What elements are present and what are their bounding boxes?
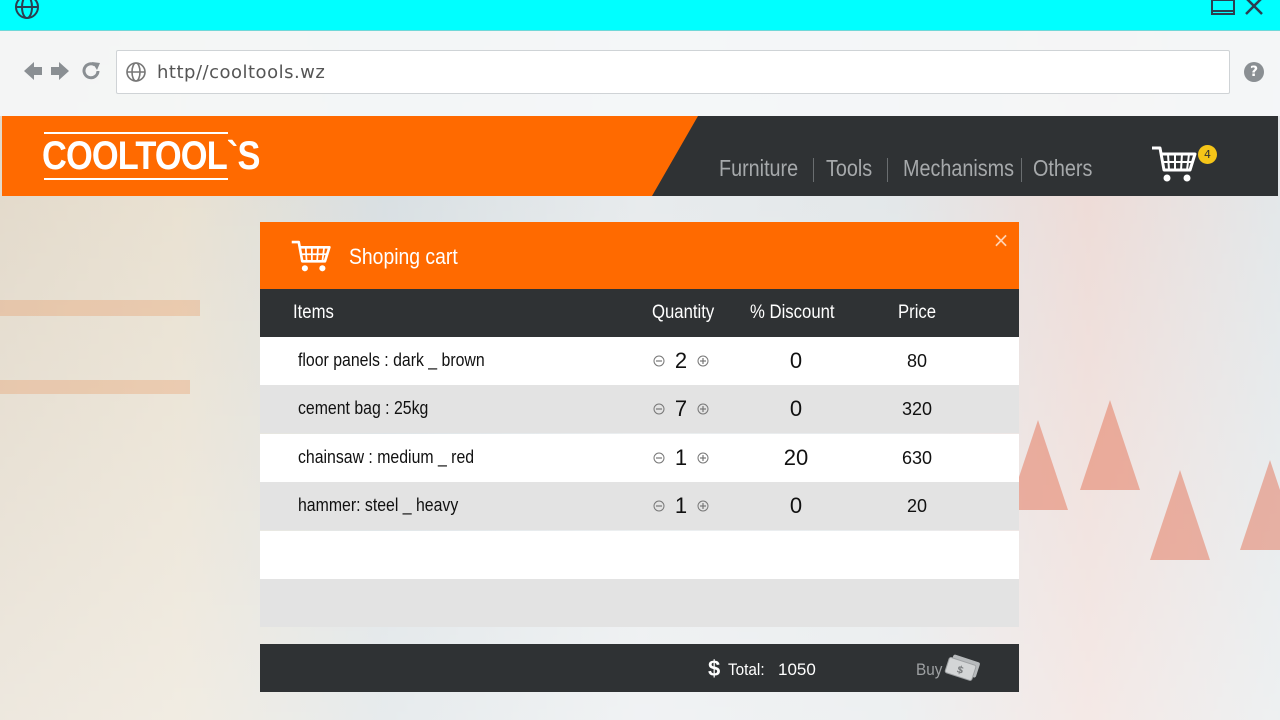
nav-separator bbox=[1021, 158, 1022, 182]
item-discount: 20 bbox=[783, 445, 809, 470]
item-name: cement bag : 25kg bbox=[298, 398, 429, 418]
nav-item-furniture[interactable]: Furniture bbox=[719, 155, 811, 187]
nav-item-others[interactable]: Others bbox=[1033, 155, 1102, 187]
dollar-icon: $ bbox=[708, 656, 721, 681]
item-price: 320 bbox=[901, 399, 933, 419]
empty-row bbox=[260, 531, 1019, 579]
cash-icon[interactable]: $ bbox=[944, 652, 984, 684]
globe-icon bbox=[15, 0, 39, 19]
minimize-window-icon[interactable] bbox=[1210, 0, 1236, 18]
plus-icon[interactable] bbox=[697, 452, 709, 464]
buy-button[interactable]: Buy bbox=[916, 660, 942, 680]
table-row: cement bag : 25kg 7 0 320 bbox=[260, 385, 1019, 433]
item-price: 80 bbox=[906, 351, 928, 371]
cart-modal-header: Shoping cart × bbox=[260, 222, 1019, 289]
nav-separator bbox=[887, 158, 888, 182]
item-name: hammer: steel _ heavy bbox=[298, 495, 459, 515]
forward-arrow-icon[interactable] bbox=[49, 60, 71, 82]
column-header-quantity: Quantity bbox=[652, 302, 715, 323]
close-window-icon[interactable] bbox=[1242, 0, 1268, 18]
background-cone bbox=[1150, 470, 1210, 560]
cart-count-badge: 4 bbox=[1198, 145, 1217, 164]
plus-icon[interactable] bbox=[697, 500, 709, 512]
item-discount: 0 bbox=[789, 348, 803, 373]
cart-icon bbox=[291, 240, 331, 272]
item-quantity: 1 bbox=[674, 445, 688, 470]
plus-icon[interactable] bbox=[697, 403, 709, 415]
help-icon[interactable]: ? bbox=[1244, 62, 1264, 82]
minus-icon[interactable] bbox=[653, 500, 665, 512]
table-row: floor panels : dark _ brown 2 0 80 bbox=[260, 337, 1019, 385]
nav-separator bbox=[813, 158, 814, 182]
window-titlebar bbox=[0, 0, 1280, 31]
nav-item-mechanisms[interactable]: Mechanisms bbox=[903, 155, 1032, 187]
background-shelf bbox=[0, 380, 190, 394]
item-name: chainsaw : medium _ red bbox=[298, 447, 475, 467]
nav-item-label: Mechanisms bbox=[903, 155, 1015, 181]
cart-icon[interactable] bbox=[1150, 144, 1198, 184]
reload-icon[interactable] bbox=[80, 60, 102, 82]
cart-table-header: Items Quantity % Discount Price bbox=[260, 289, 1019, 337]
nav-item-label: Tools bbox=[826, 155, 873, 181]
url-bar[interactable]: http//cooltools.wz bbox=[116, 50, 1230, 94]
item-name: floor panels : dark _ brown bbox=[298, 350, 485, 370]
item-price: 20 bbox=[906, 496, 928, 516]
table-row: chainsaw : medium _ red 1 20 630 bbox=[260, 434, 1019, 482]
total-value: 1050 bbox=[778, 660, 816, 679]
minus-icon[interactable] bbox=[653, 403, 665, 415]
plus-icon[interactable] bbox=[697, 355, 709, 367]
cart-footer: $ Total: 1050 Buy $ bbox=[260, 644, 1019, 692]
column-header-items: Items bbox=[293, 302, 334, 323]
nav-item-label: Others bbox=[1033, 155, 1093, 181]
item-quantity: 7 bbox=[674, 396, 688, 421]
nav-item-label: Furniture bbox=[719, 155, 799, 181]
close-icon[interactable]: × bbox=[991, 230, 1011, 250]
item-discount: 0 bbox=[789, 396, 803, 421]
table-row: hammer: steel _ heavy 1 0 20 bbox=[260, 482, 1019, 530]
background-cone bbox=[1080, 400, 1140, 490]
minus-icon[interactable] bbox=[653, 355, 665, 367]
item-quantity: 1 bbox=[674, 493, 688, 518]
site-logo[interactable]: COOLTOOL`S bbox=[42, 132, 260, 180]
minus-icon[interactable] bbox=[653, 452, 665, 464]
url-text[interactable]: http//cooltools.wz bbox=[157, 62, 325, 83]
item-price: 630 bbox=[901, 448, 933, 468]
total-label: Total: bbox=[728, 660, 765, 679]
logo-text: COOLTOOL`S bbox=[42, 134, 260, 178]
background-shelf bbox=[0, 300, 200, 316]
nav-item-tools[interactable]: Tools bbox=[826, 155, 880, 187]
back-arrow-icon[interactable] bbox=[22, 60, 44, 82]
background-cone bbox=[1240, 460, 1280, 550]
column-header-discount: % Discount bbox=[750, 302, 835, 323]
item-quantity: 2 bbox=[674, 348, 688, 373]
globe-icon bbox=[126, 62, 146, 82]
column-header-price: Price bbox=[898, 302, 937, 323]
logo-bottom-line bbox=[44, 178, 228, 180]
item-discount: 0 bbox=[789, 493, 803, 518]
cart-modal-title: Shoping cart bbox=[349, 244, 458, 269]
empty-row bbox=[260, 579, 1019, 627]
